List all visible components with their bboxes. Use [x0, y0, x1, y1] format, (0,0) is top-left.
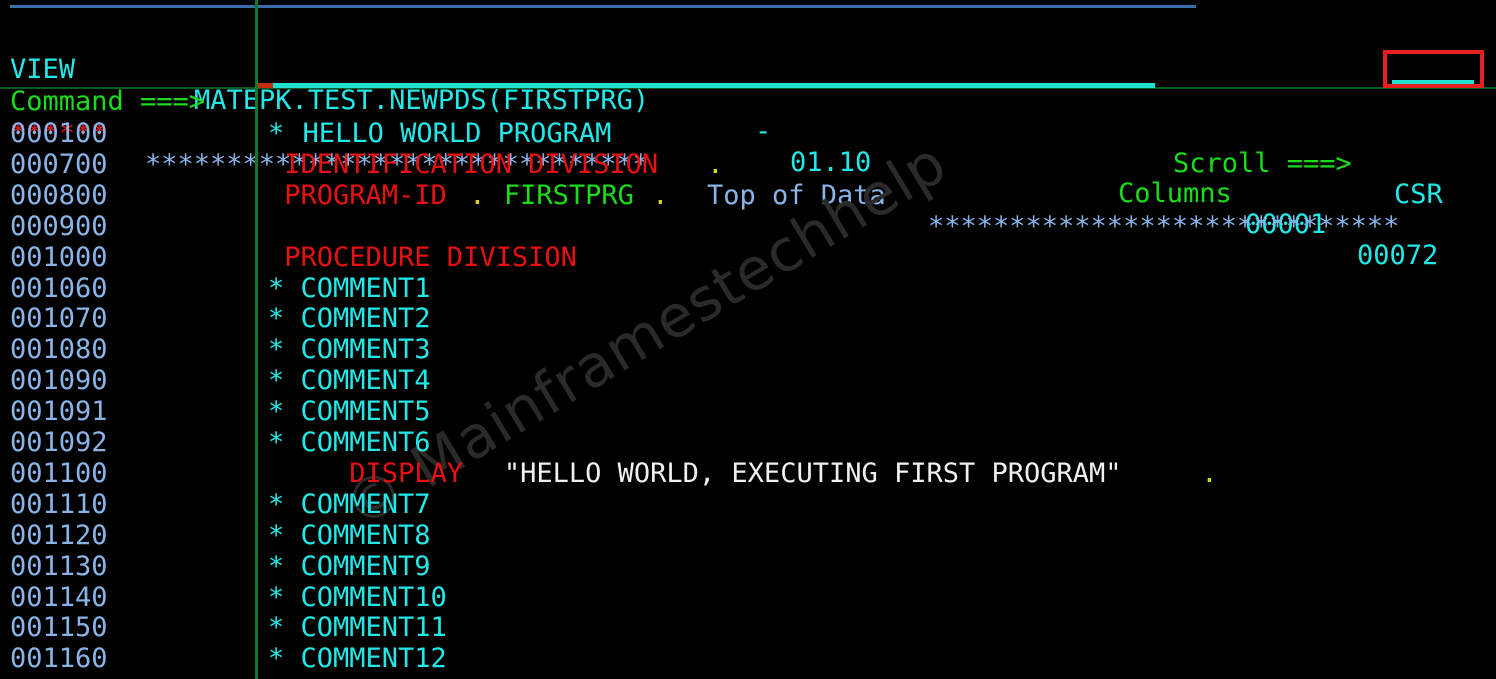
line-text-segment: . — [469, 179, 486, 211]
line-text-segment: * COMMENT7 — [268, 488, 431, 520]
editor-line[interactable]: 000900 — [0, 211, 1496, 242]
editor-line[interactable]: 001140 * COMMENT10 — [0, 582, 1496, 613]
line-number[interactable]: 000900 — [10, 211, 108, 242]
line-number[interactable]: 001140 — [10, 582, 108, 613]
line-text-segment: DISPLAY — [268, 457, 464, 489]
line-number[interactable]: 001090 — [10, 365, 108, 396]
line-text-segment: "HELLO WORLD, EXECUTING FIRST PROGRAM" — [487, 457, 1122, 489]
editor-line[interactable]: 001100 DISPLAY "HELLO WORLD, EXECUTING F… — [0, 458, 1496, 489]
line-number[interactable]: 001060 — [10, 273, 108, 304]
editor-line[interactable]: 001150 * COMMENT11 — [0, 612, 1496, 643]
editor-line[interactable]: 001160 * COMMENT12 — [0, 643, 1496, 674]
line-text-segment: * COMMENT8 — [268, 519, 431, 551]
line-number[interactable]: 001160 — [10, 643, 108, 674]
editor-line[interactable]: 001090 * COMMENT4 — [0, 365, 1496, 396]
line-number[interactable]: 000700 — [10, 149, 108, 180]
line-text-segment: * COMMENT1 — [268, 272, 431, 304]
line-text-segment: * COMMENT11 — [268, 612, 447, 644]
editor-line[interactable]: 000100 * HELLO WORLD PROGRAM — [0, 118, 1496, 149]
line-number[interactable]: 000800 — [10, 180, 108, 211]
editor-line[interactable]: 001091 * COMMENT5 — [0, 396, 1496, 427]
top-of-data-row: ****** ******************************* T… — [0, 87, 1496, 242]
header-title-row: VIEW MATEPK.TEST.NEWPDS(FIRSTPRG) - 01.1… — [0, 23, 1496, 271]
editor-line[interactable]: 001060 * COMMENT1 — [0, 273, 1496, 304]
editor-line[interactable]: 001110 * COMMENT7 — [0, 489, 1496, 520]
editor-line[interactable]: 001092 * COMMENT6 — [0, 427, 1496, 458]
editor-line[interactable]: 000800 PROGRAM-ID. FIRSTPRG. — [0, 180, 1496, 211]
ispf-terminal-screen: VIEW MATEPK.TEST.NEWPDS(FIRSTPRG) - 01.1… — [0, 0, 1496, 679]
line-text-segment: IDENTIFICATION DIVISION — [268, 148, 659, 180]
line-number[interactable]: 001080 — [10, 334, 108, 365]
line-number[interactable]: 001092 — [10, 427, 108, 458]
line-text-segment: * COMMENT2 — [268, 303, 431, 335]
line-number[interactable]: 001150 — [10, 612, 108, 643]
line-text-segment: . — [707, 148, 724, 180]
editor-line[interactable]: 001120 * COMMENT8 — [0, 520, 1496, 551]
line-text-segment: . — [652, 179, 669, 211]
command-row: Command ===> Scroll ===> CSR — [0, 55, 1496, 210]
line-text-segment: HELLO WORLD PROGRAM — [286, 118, 612, 149]
line-number[interactable]: 001130 — [10, 551, 108, 582]
line-text-segment: * COMMENT12 — [268, 643, 447, 675]
line-text-segment: * COMMENT5 — [268, 396, 431, 428]
line-text-segment: PROGRAM-ID — [268, 179, 447, 211]
editor-line[interactable]: 001080 * COMMENT3 — [0, 334, 1496, 365]
top-border-rule — [10, 5, 1196, 8]
editor-line[interactable]: 000700 IDENTIFICATION DIVISION. — [0, 149, 1496, 180]
line-text-segment: * COMMENT10 — [268, 581, 447, 613]
line-text-segment: FIRSTPRG — [487, 179, 634, 211]
line-number[interactable]: 001000 — [10, 242, 108, 273]
line-text-segment: . — [1201, 457, 1218, 489]
line-number[interactable]: 001091 — [10, 396, 108, 427]
line-number[interactable]: 001110 — [10, 489, 108, 520]
editor-line[interactable]: 001000 PROCEDURE DIVISION — [0, 242, 1496, 273]
editor-line[interactable]: 001130 * COMMENT9 — [0, 551, 1496, 582]
line-text-segment: * COMMENT3 — [268, 334, 431, 366]
line-text-segment: * COMMENT6 — [268, 427, 431, 458]
line-number[interactable]: 000100 — [10, 118, 108, 149]
line-text-segment: * COMMENT9 — [268, 550, 431, 582]
line-text-segment: * — [268, 118, 285, 149]
line-text-segment: * COMMENT4 — [268, 365, 431, 397]
line-number[interactable]: 001070 — [10, 303, 108, 334]
line-text-segment: PROCEDURE DIVISION — [268, 241, 577, 273]
line-number[interactable]: 001100 — [10, 458, 108, 489]
scroll-field-underline — [1392, 80, 1474, 84]
editor-line[interactable]: 001070 * COMMENT2 — [0, 303, 1496, 334]
line-number[interactable]: 001120 — [10, 520, 108, 551]
